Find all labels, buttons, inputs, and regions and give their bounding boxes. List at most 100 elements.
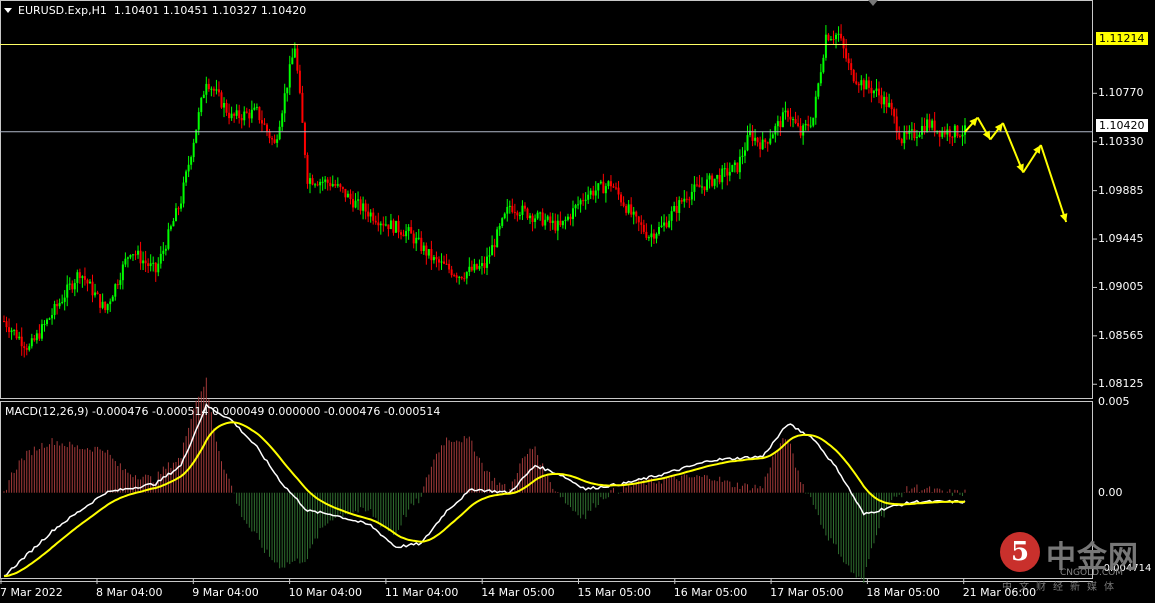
candle-body (607, 181, 610, 187)
candle-body (711, 175, 714, 186)
candle-body (35, 333, 38, 341)
candle-body (266, 124, 269, 132)
candle-body (817, 83, 820, 97)
candle-body (493, 245, 496, 248)
candle-body (190, 157, 193, 165)
candle-body (574, 205, 577, 209)
candle-body (475, 264, 478, 269)
candle-body (880, 95, 883, 105)
candle-body (329, 182, 332, 187)
candle-body (440, 261, 443, 263)
candle-body (726, 168, 729, 176)
candle-body (508, 205, 511, 207)
candle-body (192, 142, 195, 158)
candle-body (372, 212, 375, 221)
candle-body (314, 184, 317, 186)
candle-body (663, 222, 666, 226)
candle-body (645, 231, 648, 238)
candle-body (675, 205, 678, 213)
candle-body (273, 139, 276, 143)
candle-body (736, 162, 739, 173)
candle-body (66, 284, 69, 298)
candle-body (99, 294, 102, 308)
candle-body (582, 200, 585, 202)
time-axis-label: 15 Mar 05:00 (577, 586, 651, 599)
candle-body (281, 113, 284, 127)
candle-body (761, 139, 764, 150)
candle-body (40, 324, 43, 339)
candle-body (152, 262, 155, 264)
candle-body (334, 184, 337, 186)
candle-body (900, 139, 903, 144)
candle-body (602, 181, 605, 194)
candle-body (124, 258, 127, 265)
candle-body (766, 142, 769, 144)
price-axis-label: 1.08565 (1098, 328, 1144, 342)
price-axis-label: 1.09005 (1098, 280, 1144, 294)
candle-body (45, 319, 48, 325)
candle-body (187, 164, 190, 172)
candle-body (164, 248, 167, 251)
candle-body (432, 257, 435, 261)
candle-body (458, 276, 461, 278)
candle-body (728, 171, 731, 176)
candle-body (51, 315, 54, 319)
candle-body (857, 83, 860, 86)
candle-body (637, 216, 640, 223)
candle-body (96, 292, 99, 295)
candle-body (556, 220, 559, 231)
candle-body (291, 57, 294, 65)
candle-body (814, 96, 817, 118)
candle-body (354, 200, 357, 208)
candle-body (240, 118, 243, 121)
candle-body (693, 184, 696, 192)
candle-body (470, 266, 473, 271)
candle-body (430, 249, 433, 261)
candle-body (326, 179, 329, 183)
candle-body (400, 232, 403, 235)
candle-body (913, 129, 916, 139)
candle-body (627, 204, 630, 213)
candle-body (268, 131, 271, 139)
candle-body (870, 87, 873, 94)
chart-menu-triangle-icon[interactable] (4, 8, 12, 13)
candle-body (212, 88, 215, 91)
candle-body (688, 199, 691, 201)
projection-arrows (964, 116, 1068, 223)
candle-body (511, 205, 514, 212)
candle-body (197, 112, 200, 130)
macd-panel-border (0, 401, 1093, 579)
candle-body (298, 70, 301, 93)
candle-body (177, 208, 180, 210)
candle-body (367, 211, 370, 217)
candle-body (56, 303, 59, 307)
chart-frame (0, 0, 1093, 582)
candle-body (119, 280, 122, 285)
candle-body (463, 278, 466, 280)
candle-body (501, 218, 504, 226)
candle-body (448, 263, 451, 270)
candle-body (865, 80, 868, 90)
chart-canvas[interactable] (0, 0, 1155, 603)
candle-body (769, 138, 772, 144)
candle-body (635, 211, 638, 217)
candle-body (625, 205, 628, 213)
candle-body (357, 199, 360, 201)
candle-body (321, 181, 324, 183)
candle-body (407, 227, 410, 232)
candle-body (642, 224, 645, 232)
candle-body (862, 80, 865, 90)
candle-body (721, 168, 724, 183)
candle-body (109, 301, 112, 305)
candle-body (933, 120, 936, 133)
candle-body (394, 220, 397, 233)
candle-body (807, 123, 810, 126)
candle-body (587, 194, 590, 200)
candle-body (589, 190, 592, 195)
candle-body (486, 256, 489, 268)
ohlc-values: 1.10401 1.10451 1.10327 1.10420 (113, 4, 307, 17)
symbol-header: EURUSD.Exp,H1 1.10401 1.10451 1.10327 1.… (18, 4, 306, 17)
logo-icon: 5 (1000, 532, 1040, 572)
time-axis-label: 9 Mar 04:00 (192, 586, 259, 599)
candle-body (797, 123, 800, 126)
